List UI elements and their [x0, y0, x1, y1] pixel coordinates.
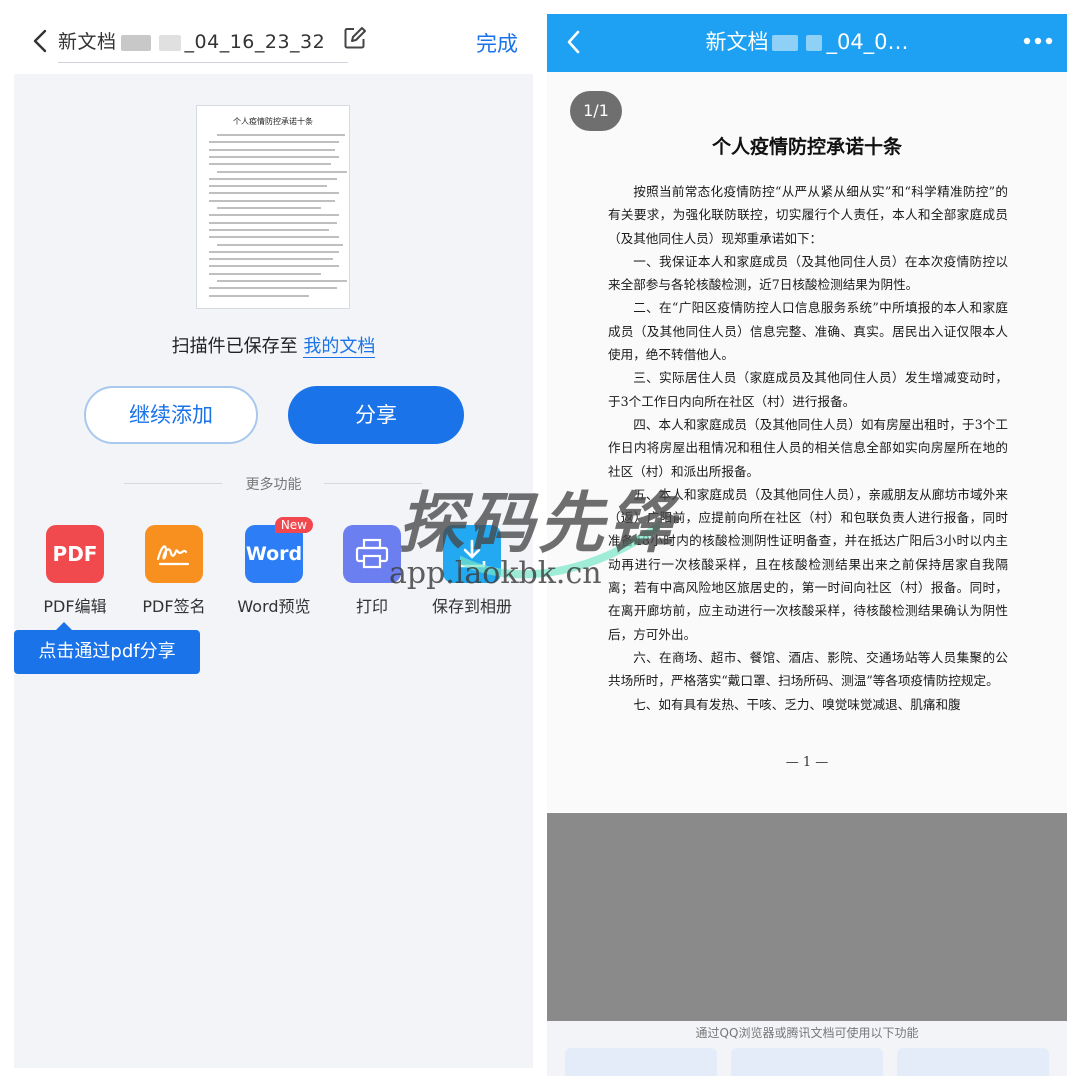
paragraph: 七、如有具有发热、干咳、乏力、嗅觉味觉减退、肌痛和腹	[633, 696, 961, 712]
thumbnail-text-line	[209, 228, 329, 231]
paragraph: 一、我保证本人和家庭成员（及其他同住人员）在本次疫情防控以来全部参与各轮核酸检测…	[608, 253, 1008, 293]
thumbnail-text-line	[209, 287, 337, 290]
saved-text: 扫描件已保存至	[171, 336, 298, 357]
share-button[interactable]: 分享	[288, 386, 464, 444]
pdf-icon-text: PDF	[52, 542, 98, 566]
thumbnail-text-line	[209, 258, 333, 261]
title-underline	[58, 62, 348, 63]
signature-icon	[145, 525, 203, 583]
redacted-block	[158, 34, 181, 51]
preview-title: 新文档 _04_0…	[547, 26, 1067, 56]
pdf-edit-label: PDF编辑	[43, 597, 107, 616]
watermark-logo-text: 探码先锋	[398, 485, 678, 562]
thumbnail-text-line	[209, 192, 339, 195]
pdf-sign-label: PDF签名	[142, 597, 206, 616]
document-title[interactable]: 新文档 _04_16_23_32	[58, 27, 325, 54]
watermark-url: app.laokbk.cn	[389, 556, 602, 591]
word-icon: Word New	[245, 517, 313, 583]
thumbnail-text-line	[209, 185, 327, 188]
bottom-function-button[interactable]	[565, 1048, 717, 1076]
bottom-function-button[interactable]	[731, 1048, 883, 1076]
preview-title-suffix: _04_0…	[826, 30, 909, 54]
page-number: — 1 —	[785, 755, 829, 770]
page-indicator: 1/1	[570, 91, 622, 131]
edit-icon[interactable]	[342, 25, 368, 51]
paragraph: 二、在“广阳区疫情防控人口信息服务系统”中所填报的本人和家庭成员（及其他同住人员…	[608, 300, 1008, 363]
document-title-suffix: _04_16_23_32	[184, 31, 326, 53]
saved-message: 扫描件已保存至 我的文档	[14, 332, 533, 358]
save-to-album-label: 保存到相册	[431, 597, 512, 616]
thumbnail-title: 个人疫情防控承诺十条	[233, 117, 313, 126]
my-documents-link[interactable]: 我的文档	[303, 336, 376, 358]
continue-add-button[interactable]: 继续添加	[84, 386, 258, 444]
thumbnail-text-line	[209, 199, 335, 202]
document-body: 按照当前常态化疫情防控“从严从紧从细从实”和“科学精准防控”的有关要求，为强化联…	[608, 180, 1008, 716]
paragraph: 按照当前常态化疫情防控“从严从紧从细从实”和“科学精准防控”的有关要求，为强化联…	[608, 184, 1008, 246]
word-icon-text: Word	[245, 543, 303, 565]
thumbnail-text-line	[209, 221, 337, 224]
thumbnail-text-line	[209, 272, 321, 275]
document-title-prefix: 新文档	[58, 31, 117, 53]
bottom-hint: 通过QQ浏览器或腾讯文档可使用以下功能	[695, 1026, 919, 1040]
document-thumbnail[interactable]: 个人疫情防控承诺十条	[196, 105, 350, 309]
thumbnail-text-line	[209, 265, 339, 268]
thumbnail-text-line	[209, 294, 309, 297]
word-preview-tool[interactable]: Word New Word预览	[224, 517, 324, 617]
preview-background	[547, 813, 1067, 1021]
thumbnail-text-line	[209, 155, 339, 158]
pdf-edit-tool[interactable]: PDF PDF编辑	[25, 525, 125, 617]
tooltip-arrow	[56, 622, 72, 630]
redacted-block	[120, 34, 151, 51]
share-pdf-tooltip[interactable]: 点击通过pdf分享	[14, 630, 200, 674]
thumbnail-text-line	[217, 134, 345, 136]
preview-header: 新文档 _04_0…	[547, 14, 1067, 72]
scan-result-header: 新文档 _04_16_23_32 完成	[14, 10, 533, 74]
thumbnail-text-line	[217, 280, 347, 282]
word-preview-label: Word预览	[237, 597, 311, 616]
redacted-block	[806, 35, 823, 51]
thumbnail-text-line	[217, 207, 321, 209]
paragraph: 六、在商场、超市、餐馆、酒店、影院、交通场站等人员集聚的公共场所时，严格落实“戴…	[608, 649, 1008, 689]
pdf-sign-tool[interactable]: PDF签名	[124, 525, 224, 617]
pdf-icon: PDF	[46, 525, 104, 583]
thumbnail-text-line	[217, 243, 343, 246]
back-icon[interactable]	[28, 28, 54, 54]
thumbnail-text-line	[209, 236, 339, 239]
new-badge: New	[274, 517, 313, 533]
paragraph: 三、实际居住人员（家庭成员及其他同住人员）发生增减变动时，于3个工作日内向所在社…	[608, 370, 1008, 409]
thumbnail-text-line	[209, 214, 339, 217]
thumbnail-text-line	[209, 250, 339, 253]
done-button[interactable]: 完成	[476, 28, 518, 58]
bottom-function-button[interactable]	[897, 1048, 1049, 1076]
document-heading: 个人疫情防控承诺十条	[711, 136, 902, 158]
thumbnail-text-line	[209, 177, 337, 180]
thumbnail-text-line	[217, 170, 347, 173]
preview-title-prefix: 新文档	[705, 30, 769, 54]
print-label: 打印	[355, 597, 388, 616]
thumbnail-text-line	[209, 148, 335, 151]
redacted-block	[772, 35, 799, 51]
thumbnail-text-line	[209, 163, 331, 166]
thumbnail-text-line	[209, 141, 339, 144]
more-options-icon[interactable]	[1023, 36, 1053, 46]
